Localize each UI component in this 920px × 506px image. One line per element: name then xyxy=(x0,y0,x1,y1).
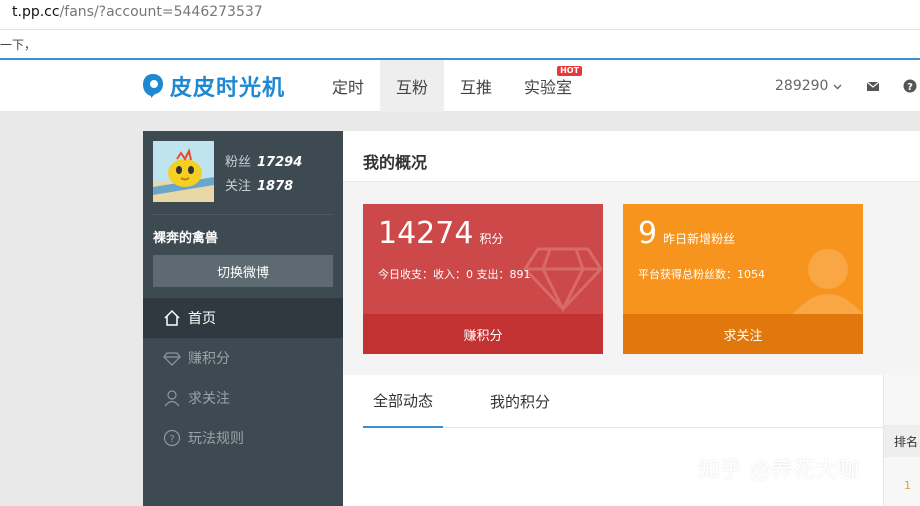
nav-label: 定时 xyxy=(332,78,365,97)
tab-label: 我的积分 xyxy=(490,393,551,411)
points-value-line: 14274 积分 xyxy=(378,216,503,251)
main-panel: 我的概况 14274 积分 今日收支：收入：0 支出：891 赚积分 9 昨日新增粉… xyxy=(343,131,920,506)
account-name: 289290 xyxy=(775,78,829,94)
note-text: 一下， xyxy=(0,38,37,52)
points-detail: 今日收支：收入：0 支出：891 xyxy=(378,268,531,281)
new-fans-unit: 昨日新增粉丝 xyxy=(663,232,736,246)
rank-panel: 排名 1 xyxy=(883,375,920,506)
sidebar-item-label: 玩法规则 xyxy=(188,431,244,447)
sidebar-item-label: 求关注 xyxy=(188,391,230,407)
rank-header: 排名 xyxy=(884,425,920,457)
profile-card: 粉丝 17294 关注 1878 xyxy=(153,141,333,215)
sidebar-item-home[interactable]: 首页 xyxy=(143,298,343,338)
follow-stat[interactable]: 关注 1878 xyxy=(225,175,302,199)
nav-schedule[interactable]: 定时 xyxy=(316,60,380,112)
avatar-image xyxy=(153,141,214,202)
username: 裸奔的禽兽 xyxy=(153,231,219,246)
follow-label: 关注 xyxy=(225,179,252,194)
site-logo[interactable]: 皮皮时光机 xyxy=(142,72,286,101)
sidebar-item-seek-follow[interactable]: 求关注 xyxy=(143,378,343,418)
fans-value-line: 9 昨日新增粉丝 xyxy=(638,216,735,251)
diamond-watermark-icon xyxy=(523,247,603,313)
fans-stat[interactable]: 粉丝 17294 xyxy=(225,151,302,175)
nav-label: 互推 xyxy=(460,78,493,97)
logo-text: 皮皮时光机 xyxy=(170,76,286,101)
url-host: t.pp.cc xyxy=(12,4,60,20)
sidebar-item-rules[interactable]: ? 玩法规则 xyxy=(143,418,343,458)
nav-mutual-follow[interactable]: 互粉 xyxy=(380,60,445,112)
sidebar: 粉丝 17294 关注 1878 裸奔的禽兽 切换微博 首页 赚积分 求关注 ? 玩… xyxy=(143,131,343,506)
logo-icon xyxy=(143,74,163,98)
total-fans-detail: 平台获得总粉丝数：1054 xyxy=(638,268,765,281)
svg-text:?: ? xyxy=(169,434,174,445)
home-icon xyxy=(164,309,180,326)
mail-icon[interactable] xyxy=(866,79,880,93)
overview-section: 14274 积分 今日收支：收入：0 支出：891 赚积分 9 昨日新增粉丝 平台获… xyxy=(343,182,920,375)
follow-stats: 粉丝 17294 关注 1878 xyxy=(225,151,302,199)
question-icon: ? xyxy=(163,429,181,447)
svg-text:?: ? xyxy=(907,82,913,93)
fans-label: 粉丝 xyxy=(225,155,252,170)
fans-count: 17294 xyxy=(257,155,303,170)
sidebar-item-earn-points[interactable]: 赚积分 xyxy=(143,338,343,378)
url-path: /fans/?account=5446273537 xyxy=(59,4,263,20)
seek-follow-button[interactable]: 求关注 xyxy=(623,314,863,354)
nav-label: 实验室 xyxy=(524,78,573,97)
earn-points-button[interactable]: 赚积分 xyxy=(363,314,603,354)
hot-badge: HOT xyxy=(557,66,583,76)
person-watermark-icon xyxy=(793,249,863,314)
url-text[interactable]: t.pp.cc/fans/?account=5446273537 xyxy=(12,4,263,20)
sidebar-item-label: 首页 xyxy=(188,311,216,327)
help-icon[interactable]: ? xyxy=(903,79,917,93)
rank-value: 1 xyxy=(904,479,911,492)
nav-label: 互粉 xyxy=(396,78,429,97)
activity-tabs: 全部动态 我的积分 xyxy=(363,375,883,428)
points-card: 14274 积分 今日收支：收入：0 支出：891 赚积分 xyxy=(363,204,603,354)
nav-lab[interactable]: 实验室 HOT xyxy=(508,60,588,112)
note-strip: 一下， xyxy=(0,30,920,58)
new-fans-value: 9 xyxy=(638,216,658,251)
tab-my-points[interactable]: 我的积分 xyxy=(480,375,560,428)
watermark-text: 知乎 @养花大咖 xyxy=(698,458,859,483)
tab-all-activity[interactable]: 全部动态 xyxy=(363,375,444,428)
person-icon xyxy=(164,390,180,407)
nav-mutual-promote[interactable]: 互推 xyxy=(444,60,508,112)
avatar[interactable] xyxy=(153,141,214,202)
site-header: 皮皮时光机 定时 互粉 互推 实验室 HOT 289290 ? xyxy=(0,60,920,112)
account-dropdown[interactable]: 289290 xyxy=(775,78,842,94)
sidebar-menu: 首页 赚积分 求关注 ? 玩法规则 xyxy=(143,298,343,458)
diamond-icon xyxy=(163,352,181,366)
page-title: 我的概况 xyxy=(363,153,428,172)
points-unit: 积分 xyxy=(479,232,504,246)
follow-count: 1878 xyxy=(257,179,294,194)
tab-label: 全部动态 xyxy=(373,392,434,410)
fans-card: 9 昨日新增粉丝 平台获得总粉丝数：1054 求关注 xyxy=(623,204,863,354)
sidebar-item-label: 赚积分 xyxy=(188,351,230,367)
browser-address-bar[interactable]: t.pp.cc/fans/?account=5446273537 xyxy=(0,0,920,30)
chevron-down-icon xyxy=(833,84,842,90)
switch-weibo-button[interactable]: 切换微博 xyxy=(153,255,333,287)
points-value: 14274 xyxy=(378,216,474,251)
main-nav: 定时 互粉 互推 实验室 HOT xyxy=(316,60,588,112)
